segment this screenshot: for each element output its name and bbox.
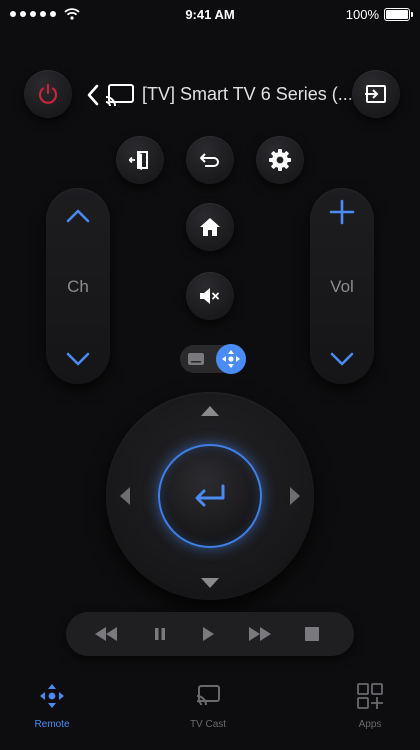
fast-forward-icon [249, 627, 271, 641]
return-icon [200, 153, 219, 167]
battery-icon [384, 8, 413, 21]
dpad-icon [222, 350, 240, 368]
play-button[interactable] [198, 624, 218, 644]
volume-up-button[interactable] [326, 196, 358, 228]
rewind-button[interactable] [92, 624, 120, 644]
tab-bar: Remote TV Cast Apps [0, 670, 420, 750]
fast-forward-button[interactable] [246, 624, 274, 644]
home-icon [200, 218, 220, 236]
tab-apps[interactable]: Apps [320, 682, 420, 730]
chevron-up-icon [66, 209, 90, 223]
dpad-icon [40, 684, 64, 708]
mute-button[interactable] [186, 272, 234, 320]
status-bar: 9:41 AM 100% [0, 0, 420, 30]
plus-icon [329, 199, 355, 225]
triangle-right-icon [290, 487, 300, 505]
channel-rocker: Ch [46, 188, 110, 384]
chevron-down-icon [330, 352, 354, 366]
power-icon [38, 83, 58, 104]
play-icon [203, 627, 214, 641]
chevron-left-icon [87, 84, 99, 106]
return-button[interactable] [186, 136, 234, 184]
gear-icon [269, 149, 291, 171]
apps-icon [357, 683, 383, 709]
home-button[interactable] [186, 203, 234, 251]
dpad-mode-button[interactable] [216, 344, 246, 374]
volume-down-button[interactable] [326, 348, 358, 380]
stop-button[interactable] [302, 624, 322, 644]
stop-icon [305, 627, 319, 641]
input-source-button[interactable] [352, 70, 400, 118]
triangle-left-icon [120, 487, 130, 505]
pause-icon [155, 628, 165, 640]
pause-button[interactable] [150, 624, 170, 644]
dpad-up-button[interactable] [198, 400, 222, 422]
volume-rocker: Vol [310, 188, 374, 384]
input-source-icon [365, 85, 386, 103]
ok-button[interactable] [158, 444, 262, 548]
channel-label: Ch [67, 277, 89, 296]
back-button[interactable] [84, 82, 102, 108]
dpad [106, 392, 314, 600]
tab-tv-cast[interactable]: TV Cast [158, 682, 258, 730]
tab-remote[interactable]: Remote [2, 682, 102, 730]
power-button[interactable] [24, 70, 72, 118]
cast-icon [196, 685, 220, 706]
tab-tv-cast-label: TV Cast [189, 719, 227, 730]
channel-up-button[interactable] [62, 200, 94, 232]
dpad-down-button[interactable] [198, 572, 222, 594]
triangle-up-icon [201, 406, 219, 416]
channel-down-button[interactable] [62, 348, 94, 380]
cast-icon[interactable] [104, 82, 136, 108]
mute-icon [200, 288, 219, 304]
rewind-icon [95, 627, 117, 641]
chevron-down-icon [66, 352, 90, 366]
volume-label: Vol [330, 277, 354, 296]
exit-button[interactable] [116, 136, 164, 184]
triangle-down-icon [201, 578, 219, 588]
settings-button[interactable] [256, 136, 304, 184]
battery-percent: 100% [345, 7, 379, 22]
device-title[interactable]: [TV] Smart TV 6 Series (... [142, 84, 352, 105]
tab-apps-label: Apps [358, 719, 382, 730]
media-controls [66, 612, 354, 656]
control-mode-toggle[interactable] [180, 344, 246, 374]
keyboard-icon[interactable] [187, 352, 205, 366]
exit-icon [129, 151, 148, 170]
dpad-left-button[interactable] [114, 484, 136, 508]
dpad-right-button[interactable] [284, 484, 306, 508]
enter-icon [195, 484, 225, 507]
tab-remote-label: Remote [34, 719, 70, 730]
